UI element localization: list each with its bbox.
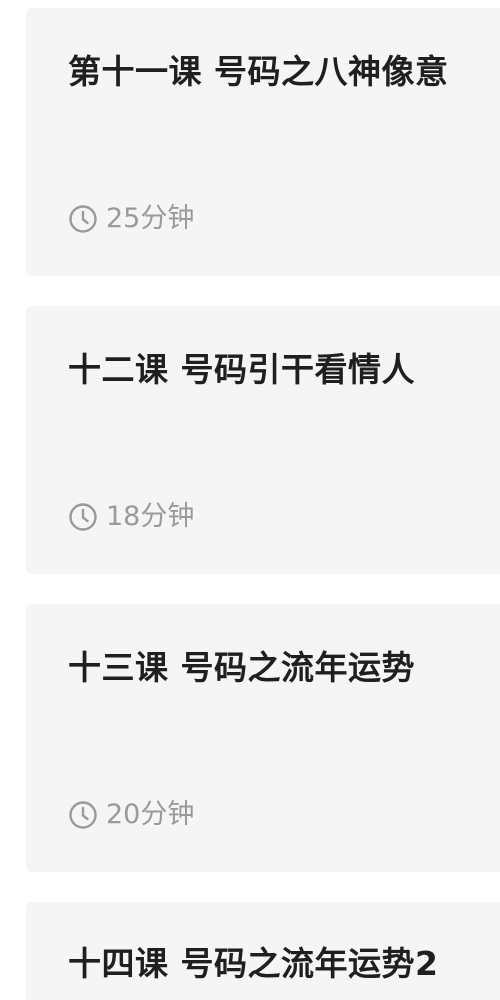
course-duration: 25分钟 — [68, 202, 194, 236]
clock-icon — [68, 204, 98, 234]
course-duration: 18分钟 — [68, 500, 194, 534]
clock-icon — [68, 502, 98, 532]
course-card[interactable]: 十三课 号码之流年运势 20分钟 — [26, 604, 500, 872]
duration-text: 25分钟 — [106, 203, 195, 234]
course-list-screen: 第十一课 号码之八神像意 25分钟 十二课 号码引干看情人 18分钟 十三课 号… — [0, 0, 500, 1000]
clock-icon — [68, 800, 98, 830]
duration-text: 18分钟 — [106, 501, 195, 532]
course-card[interactable]: 十二课 号码引干看情人 18分钟 — [26, 306, 500, 574]
duration-text: 20分钟 — [106, 799, 195, 830]
course-title: 十二课 号码引干看情人 — [68, 350, 415, 389]
course-list: 第十一课 号码之八神像意 25分钟 十二课 号码引干看情人 18分钟 十三课 号… — [26, 0, 500, 1000]
course-title: 十三课 号码之流年运势 — [68, 648, 415, 687]
course-card[interactable]: 第十一课 号码之八神像意 25分钟 — [26, 8, 500, 276]
course-card[interactable]: 十四课 号码之流年运势2 — [26, 902, 500, 1000]
course-title: 十四课 号码之流年运势2 — [68, 944, 439, 983]
course-title: 第十一课 号码之八神像意 — [68, 52, 449, 91]
course-duration: 20分钟 — [68, 798, 194, 832]
